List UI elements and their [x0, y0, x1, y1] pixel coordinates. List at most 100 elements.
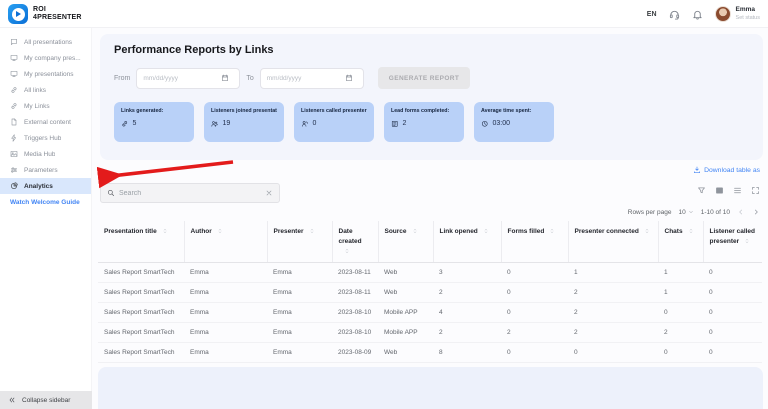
- set-status-link[interactable]: Set status: [736, 15, 760, 22]
- sort-icon: [688, 228, 694, 234]
- column-header-link-opened[interactable]: Link opened: [433, 221, 501, 263]
- stat-value: 5: [133, 120, 137, 127]
- screen-icon: [10, 54, 18, 62]
- link-icon: [10, 86, 18, 94]
- table-row[interactable]: Sales Report SmartTechEmmaEmma2023-08-09…: [98, 343, 762, 363]
- list-view-icon[interactable]: [733, 186, 742, 195]
- stat-label: Average time spent:: [481, 108, 547, 114]
- table-cell: Mobile APP: [378, 303, 433, 323]
- table-row[interactable]: Sales Report SmartTechEmmaEmma2023-08-11…: [98, 283, 762, 303]
- clear-search-icon[interactable]: [265, 189, 273, 197]
- sidebar-item-my-company-pres[interactable]: My company pres...: [0, 50, 91, 66]
- column-header-source[interactable]: Source: [378, 221, 433, 263]
- stat-label: Lead forms completed:: [391, 108, 457, 114]
- fullscreen-icon[interactable]: [751, 186, 760, 195]
- image-icon: [10, 150, 18, 158]
- filter-funnel-icon[interactable]: [697, 186, 706, 195]
- stat-label: Listeners called presenter:: [301, 108, 367, 114]
- table-cell: 2: [433, 323, 501, 343]
- table-cell: Emma: [267, 303, 332, 323]
- stat-card-listeners-joined-presentations: Listeners joined presentations:19: [204, 102, 284, 142]
- language-selector[interactable]: EN: [647, 11, 657, 18]
- to-date-input[interactable]: [260, 68, 364, 89]
- prev-page-button[interactable]: [737, 208, 745, 216]
- sidebar-item-analytics[interactable]: Analytics: [0, 178, 91, 194]
- collapse-sidebar-button[interactable]: Collapse sidebar: [0, 391, 92, 409]
- table-cell: Sales Report SmartTech: [98, 343, 184, 363]
- column-header-chats[interactable]: Chats: [658, 221, 703, 263]
- table-cell: Emma: [267, 263, 332, 283]
- sidebar-item-media-hub[interactable]: Media Hub: [0, 146, 91, 162]
- from-date-input[interactable]: [136, 68, 240, 89]
- sidebar-item-all-links[interactable]: All links: [0, 82, 91, 98]
- table-cell: 0: [703, 323, 762, 343]
- column-header-presentation-title[interactable]: Presentation title: [98, 221, 184, 263]
- watch-welcome-guide-link[interactable]: Watch Welcome Guide: [0, 194, 91, 206]
- table-cell: Emma: [184, 263, 267, 283]
- sidebar-item-all-presentations[interactable]: All presentations: [0, 34, 91, 50]
- sidebar-item-label: Triggers Hub: [24, 135, 61, 142]
- table-row[interactable]: Sales Report SmartTechEmmaEmma2023-08-10…: [98, 323, 762, 343]
- grid-view-icon[interactable]: [715, 186, 724, 195]
- table-header: Presentation titleAuthorPresenterDate cr…: [98, 221, 762, 263]
- column-header-listener-called-presenter[interactable]: Listener called presenter: [703, 221, 762, 263]
- sidebar-item-label: Parameters: [24, 167, 58, 174]
- column-header-presenter-connected[interactable]: Presenter connected: [568, 221, 658, 263]
- generate-report-button[interactable]: GENERATE REPORT: [378, 67, 471, 89]
- user-menu[interactable]: Emma Set status: [715, 6, 760, 22]
- stat-card-links-generated: Links generated:5: [114, 102, 194, 142]
- table-cell: Mobile APP: [378, 323, 433, 343]
- table-cell: 2023-08-10: [332, 303, 378, 323]
- rows-per-page-select[interactable]: 10: [678, 209, 693, 216]
- brand-logo[interactable]: ROI 4PRESENTER: [8, 4, 82, 24]
- from-date-field[interactable]: [137, 75, 221, 82]
- table-cell: Emma: [184, 343, 267, 363]
- next-page-button[interactable]: [752, 208, 760, 216]
- calendar-icon[interactable]: [226, 74, 234, 82]
- search-bar[interactable]: [100, 183, 280, 203]
- table-row[interactable]: Sales Report SmartTechEmmaEmma2023-08-10…: [98, 303, 762, 323]
- table-cell: 1: [658, 263, 703, 283]
- sidebar-item-label: My Links: [24, 103, 50, 110]
- column-header-presenter[interactable]: Presenter: [267, 221, 332, 263]
- stat-value: 03:00: [493, 120, 511, 127]
- sidebar-item-external-content[interactable]: External content: [0, 114, 91, 130]
- sidebar-item-my-links[interactable]: My Links: [0, 98, 91, 114]
- bottom-panel: [98, 367, 763, 409]
- stat-label: Listeners joined presentations:: [211, 108, 277, 114]
- table-cell: Emma: [267, 283, 332, 303]
- calendar-icon[interactable]: [350, 74, 358, 82]
- chevron-down-icon: [688, 209, 694, 215]
- column-header-date-created[interactable]: Date created: [332, 221, 378, 263]
- stat-value: 2: [403, 120, 407, 127]
- sort-icon: [549, 228, 555, 234]
- chat-icon: [10, 38, 18, 46]
- support-headset-icon[interactable]: [669, 9, 680, 20]
- document-icon: [10, 118, 18, 126]
- sidebar-item-parameters[interactable]: Parameters: [0, 162, 91, 178]
- table-cell: 2023-08-11: [332, 283, 378, 303]
- table-cell: 0: [703, 263, 762, 283]
- rows-per-page-value: 10: [678, 209, 685, 216]
- table-row[interactable]: Sales Report SmartTechEmmaEmma2023-08-11…: [98, 263, 762, 283]
- screen-icon: [10, 70, 18, 78]
- table-cell: Sales Report SmartTech: [98, 263, 184, 283]
- sort-icon: [217, 228, 223, 234]
- search-input[interactable]: [119, 190, 265, 197]
- download-table-link[interactable]: Download table as: [693, 166, 760, 174]
- brand-line1: ROI: [33, 6, 82, 14]
- notifications-bell-icon[interactable]: [692, 9, 703, 20]
- table-cell: Emma: [184, 323, 267, 343]
- column-header-forms-filled[interactable]: Forms filled: [501, 221, 568, 263]
- table-cell: 4: [433, 303, 501, 323]
- sort-icon: [412, 228, 418, 234]
- to-date-field[interactable]: [261, 75, 345, 82]
- sidebar-item-label: External content: [24, 119, 71, 126]
- column-header-author[interactable]: Author: [184, 221, 267, 263]
- table-cell: 0: [501, 303, 568, 323]
- table-cell: 2: [568, 283, 658, 303]
- sliders-icon: [10, 166, 18, 174]
- person-call-icon: [301, 120, 309, 128]
- sidebar-item-my-presentations[interactable]: My presentations: [0, 66, 91, 82]
- sidebar-item-triggers-hub[interactable]: Triggers Hub: [0, 130, 91, 146]
